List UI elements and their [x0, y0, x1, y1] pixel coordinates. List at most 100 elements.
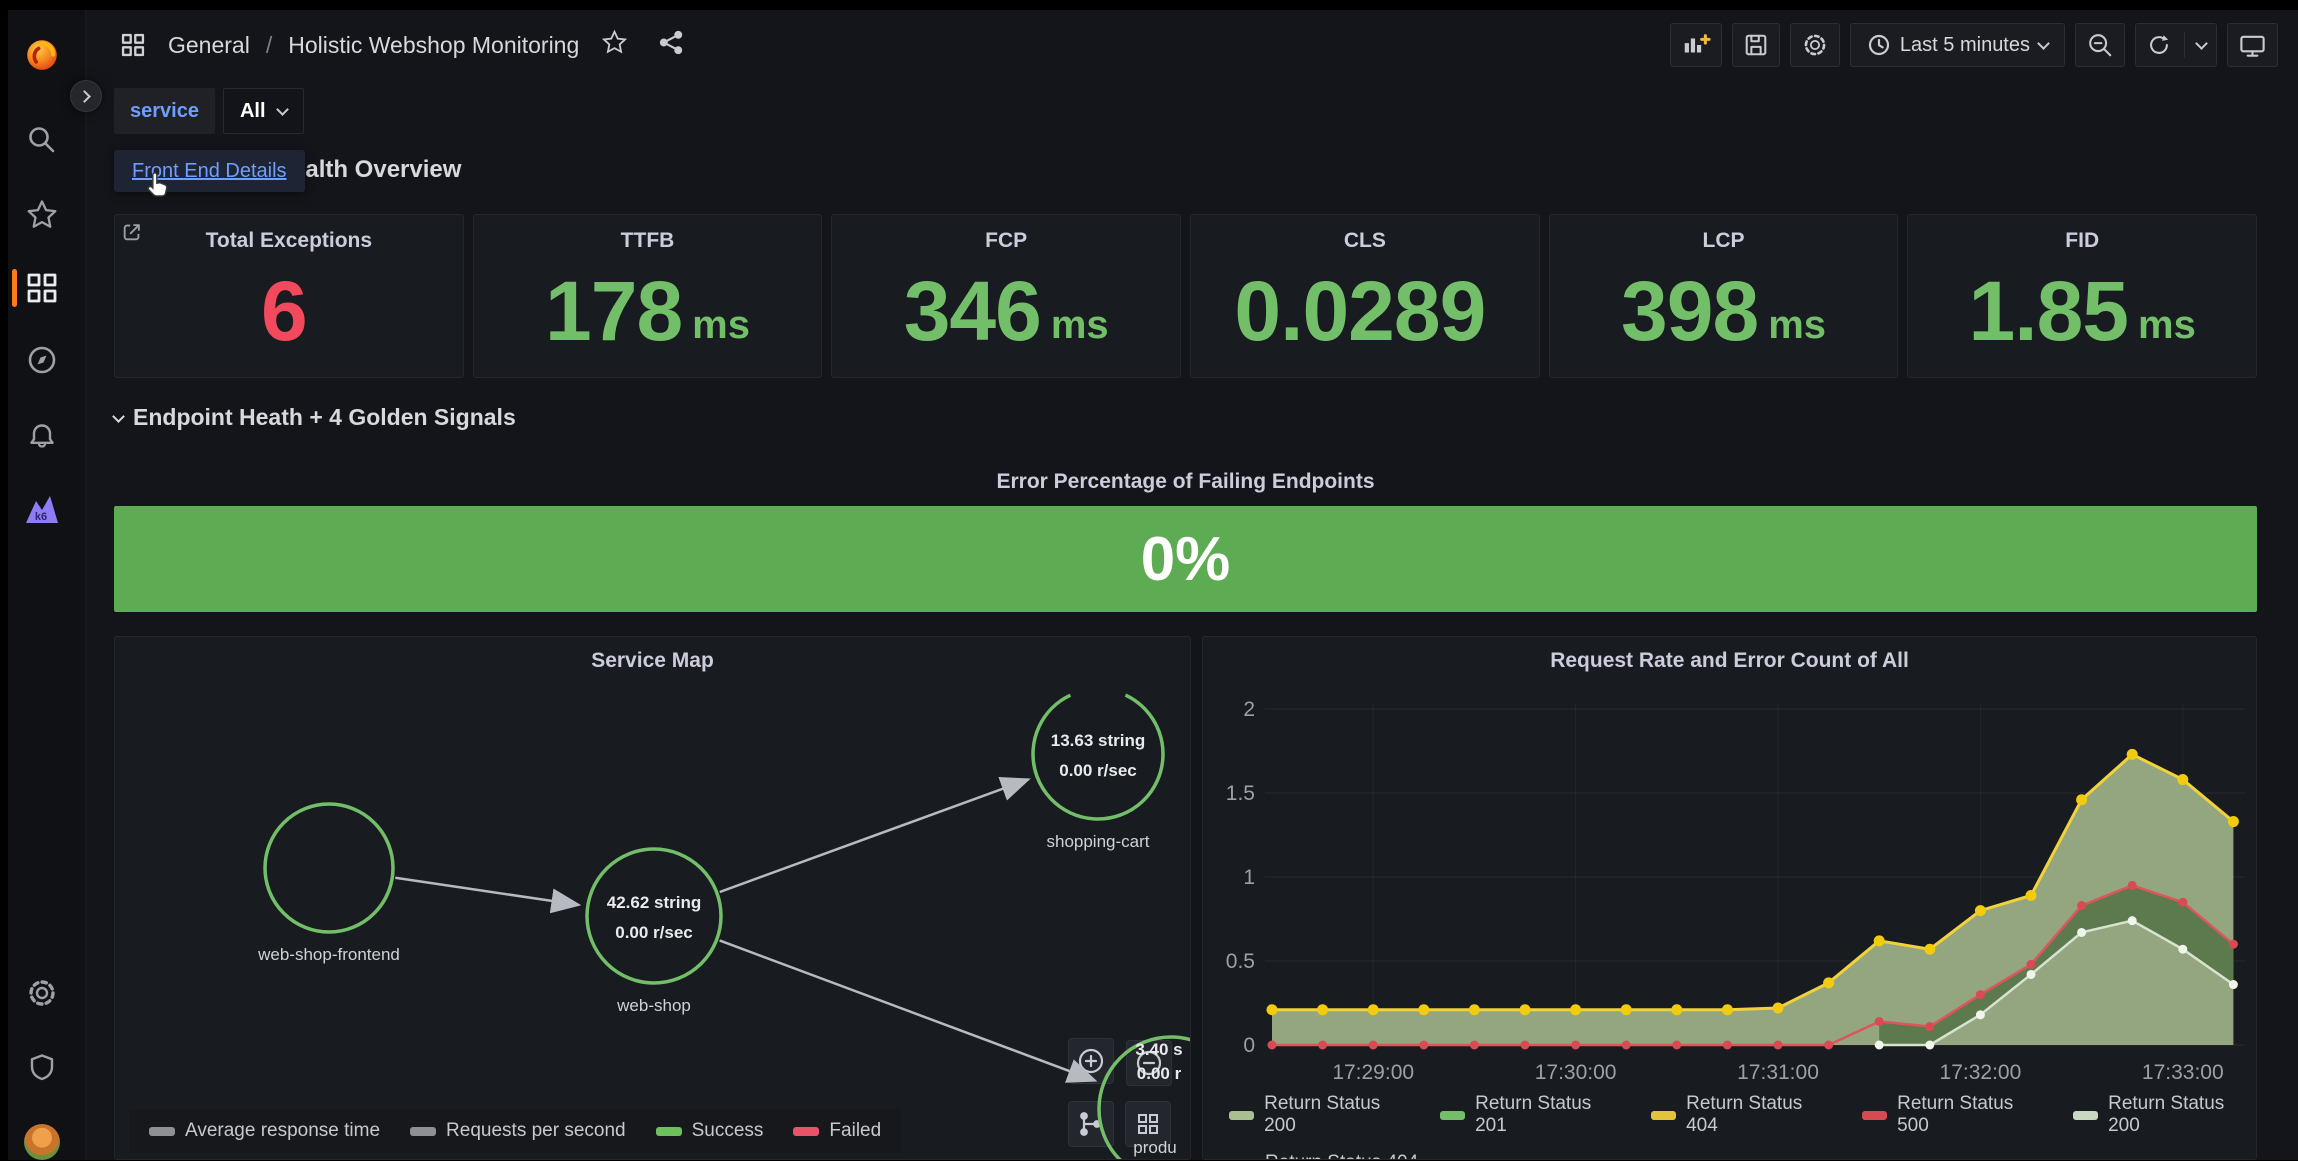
error-bar-value: 0% [1141, 524, 1231, 595]
stat-panel-ttfb: TTFB 178ms [473, 214, 823, 378]
service-map-legend-item[interactable]: Success [656, 1120, 764, 1142]
variable-label: service [114, 88, 215, 134]
service-map-legend-item[interactable]: Requests per second [410, 1120, 626, 1142]
legend-color-swatch [2073, 1111, 2098, 1120]
clock-icon [1867, 33, 1891, 57]
alerting-bell-icon[interactable] [23, 418, 61, 456]
svg-text:42.62 string: 42.62 string [607, 893, 702, 912]
stat-value: 398 [1621, 263, 1758, 360]
legend-color-swatch [1862, 1111, 1887, 1120]
svg-text:17:31:00: 17:31:00 [1737, 1061, 1819, 1084]
stat-value: 178 [545, 263, 682, 360]
stat-panel-cls: CLS 0.0289 [1190, 214, 1540, 378]
map-grid-layout-button[interactable] [1125, 1101, 1171, 1147]
share-icon[interactable] [658, 29, 685, 61]
svg-text:0.5: 0.5 [1226, 950, 1255, 973]
zoom-out-time-button[interactable] [2075, 23, 2125, 67]
legend-label: Return Status 500 [1897, 1093, 2045, 1137]
apps-grid-icon[interactable] [114, 26, 152, 64]
search-icon[interactable] [23, 121, 61, 159]
sidebar: k6 [8, 10, 86, 1160]
service-map-title: Service Map [115, 649, 1190, 673]
stat-panel-fcp: FCP 346ms [831, 214, 1181, 378]
chevron-down-icon [276, 103, 289, 116]
service-map-legend-item[interactable]: Failed [793, 1120, 881, 1142]
stat-panel-fid: FID 1.85ms [1907, 214, 2257, 378]
breadcrumb-separator: / [266, 32, 272, 59]
starred-dashboards-icon[interactable] [23, 196, 61, 234]
time-range-picker[interactable]: Last 5 minutes [1850, 23, 2065, 67]
add-panel-button[interactable] [1670, 23, 1722, 67]
chart-legend-item[interactable]: Return Status 200 [2073, 1093, 2256, 1137]
legend-color-swatch [1651, 1111, 1676, 1120]
svg-text:17:33:00: 17:33:00 [2142, 1061, 2224, 1084]
legend-color-swatch [149, 1127, 175, 1136]
stat-unit: ms [692, 303, 750, 348]
active-section-indicator [12, 269, 17, 307]
timeseries-plot[interactable]: 00.511.5217:29:0017:30:0017:31:0017:32:0… [1203, 677, 2256, 1127]
legend-label: Requests per second [446, 1120, 626, 1142]
dashboard-settings-button[interactable] [1790, 23, 1840, 67]
variable-value-dropdown[interactable]: All [223, 88, 304, 134]
cycle-view-mode-button[interactable] [2227, 23, 2278, 67]
chart-legend-item[interactable]: Return Status 404 [1651, 1093, 1834, 1137]
main-content: General / Holistic Webshop Monitoring [86, 10, 2298, 1160]
service-map-graph[interactable]: web-shop-frontend42.62 string0.00 r/secw… [115, 637, 1191, 1160]
k6-label: k6 [35, 511, 47, 523]
legend-label: Success [692, 1120, 764, 1142]
k6-icon[interactable]: k6 [23, 491, 61, 529]
legend-color-swatch [656, 1127, 682, 1136]
legend-label: Return Status 200 [2108, 1093, 2256, 1137]
grafana-logo-icon[interactable] [23, 35, 61, 73]
chart-legend-item[interactable]: Return Status 500 [1862, 1093, 2045, 1137]
topbar: General / Holistic Webshop Monitoring [114, 16, 2278, 74]
save-dashboard-button[interactable] [1732, 23, 1780, 67]
service-map-panel: Service Map web-shop-frontend 42.62 strin… [114, 636, 1191, 1160]
external-link-icon[interactable] [121, 221, 143, 248]
breadcrumb-dashboard-title[interactable]: Holistic Webshop Monitoring [288, 32, 579, 59]
svg-text:17:32:00: 17:32:00 [1940, 1061, 2022, 1084]
grafana-app: k6 General / Holistic Webshop Monitoring [8, 10, 2298, 1160]
legend-color-swatch [1440, 1111, 1465, 1120]
breadcrumb-section[interactable]: General [168, 32, 250, 59]
legend-label: Failed [829, 1120, 881, 1142]
star-dashboard-icon[interactable] [601, 29, 628, 61]
svg-text:13.63 string: 13.63 string [1051, 731, 1146, 750]
chart-legend-item[interactable]: Return Status 201 [1440, 1093, 1623, 1137]
chart-legend-item[interactable]: Return Status 404 [1229, 1152, 1418, 1160]
svg-text:0: 0 [1243, 1034, 1255, 1057]
map-hierarchy-layout-button[interactable] [1068, 1101, 1114, 1147]
request-rate-chart-panel: Request Rate and Error Count of All 00.5… [1202, 636, 2257, 1160]
service-map-legend-item[interactable]: Average response time [149, 1120, 380, 1142]
mouse-cursor-icon [144, 170, 171, 206]
settings-gear-icon[interactable] [23, 974, 61, 1012]
refresh-button[interactable] [2135, 23, 2217, 67]
data-link-tooltip[interactable]: Front End Details [114, 150, 305, 192]
legend-color-swatch [793, 1127, 819, 1136]
svg-text:web-shop-frontend: web-shop-frontend [257, 945, 400, 964]
error-panel-title: Error Percentage of Failing Endpoints [114, 470, 2257, 494]
stat-value: 0.0289 [1234, 263, 1485, 360]
sidebar-expand-button[interactable] [70, 80, 102, 112]
stat-panel-lcp: LCP 398ms [1549, 214, 1899, 378]
map-zoom-in-button[interactable] [1068, 1038, 1114, 1084]
chart-legend-item[interactable]: Return Status 200 [1229, 1093, 1412, 1137]
profile-avatar[interactable] [23, 1123, 61, 1161]
bottom-panels-row: Service Map web-shop-frontend 42.62 strin… [114, 636, 2257, 1160]
stat-panels-row: Total Exceptions 6 TTFB 178ms FCP 346ms … [114, 214, 2257, 378]
legend-label: Return Status 200 [1264, 1093, 1412, 1137]
variable-bar: service All [114, 88, 304, 134]
server-admin-shield-icon[interactable] [23, 1049, 61, 1087]
legend-color-swatch [410, 1127, 436, 1136]
dashboards-icon[interactable] [23, 269, 61, 307]
explore-compass-icon[interactable] [23, 341, 61, 379]
chevron-down-icon [2037, 37, 2050, 50]
chart-legend: Return Status 200 Return Status 201 Return… [1229, 1093, 2256, 1160]
svg-text:17:30:00: 17:30:00 [1535, 1061, 1617, 1084]
stat-unit: ms [1051, 303, 1109, 348]
time-range-label: Last 5 minutes [1900, 34, 2030, 57]
refresh-interval-chevron-icon [2195, 37, 2208, 50]
map-zoom-out-button[interactable] [1126, 1040, 1172, 1086]
row-section-toggle[interactable]: Endpoint Heath + 4 Golden Signals [114, 404, 516, 431]
refresh-icon [2146, 32, 2172, 58]
